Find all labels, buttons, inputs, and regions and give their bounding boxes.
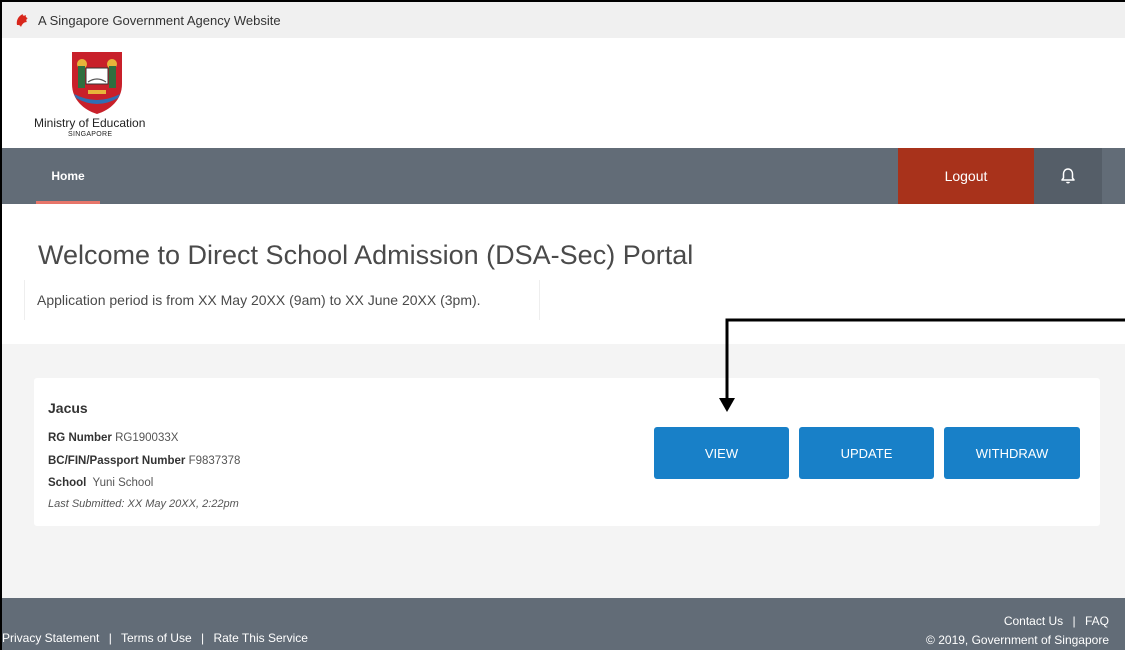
withdraw-button[interactable]: WITHDRAW [944,427,1080,479]
main-nav: Home Logout [2,148,1125,204]
applicant-name: Jacus [48,400,88,416]
school-label: School [48,477,87,489]
content-area: Jacus RG Number RG190033X BC/FIN/Passpor… [2,344,1125,598]
contact-us-link[interactable]: Contact Us [1004,614,1063,628]
logout-button[interactable]: Logout [898,148,1034,204]
rg-number-label: RG Number [48,432,112,444]
school-row: School Yuni School [48,477,153,489]
welcome-section: Welcome to Direct School Admission (DSA-… [2,204,1125,344]
footer: Privacy Statement | Terms of Use | Rate … [2,598,1125,650]
footer-separator: | [201,631,205,645]
footer-separator: | [108,631,112,645]
nav-home-tab[interactable]: Home [36,148,100,204]
footer-right-links: Contact Us | FAQ [926,612,1109,631]
terms-of-use-link[interactable]: Terms of Use [121,631,192,645]
copyright: © 2019, Government of Singapore [926,633,1109,647]
application-period-text: Application period is from XX May 20XX (… [37,292,481,308]
footer-right: Contact Us | FAQ © 2019, Government of S… [926,612,1109,650]
footer-separator: | [1072,614,1076,628]
application-period-note: Application period is from XX May 20XX (… [24,280,540,320]
rg-number-row: RG Number RG190033X [48,432,178,444]
id-number-label: BC/FIN/Passport Number [48,455,186,467]
gov-banner: A Singapore Government Agency Website [2,2,1125,38]
moe-brand[interactable]: Ministry of Education SINGAPORE [2,38,1125,148]
privacy-statement-link[interactable]: Privacy Statement [2,631,99,645]
rg-number-value: RG190033X [115,432,179,444]
footer-links: Privacy Statement | Terms of Use | Rate … [2,631,308,645]
brand-subtitle: SINGAPORE [68,131,113,138]
bell-icon [1061,168,1075,184]
id-number-row: BC/FIN/Passport Number F9837378 [48,455,240,467]
rate-this-service-link[interactable]: Rate This Service [213,631,307,645]
view-button[interactable]: VIEW [654,427,789,479]
notifications-button[interactable] [1034,148,1102,204]
brand-name: Ministry of Education [34,116,146,130]
school-value: Yuni School [92,477,154,489]
last-submitted: Last Submitted: XX May 20XX, 2:22pm [48,498,239,510]
id-number-value: F9837378 [188,455,241,467]
lion-head-icon [16,14,28,27]
application-card: Jacus RG Number RG190033X BC/FIN/Passpor… [34,378,1100,526]
gov-banner-text: A Singapore Government Agency Website [38,12,281,28]
update-button[interactable]: UPDATE [799,427,934,479]
moe-crest-logo [72,52,122,114]
page-title: Welcome to Direct School Admission (DSA-… [38,240,694,270]
faq-link[interactable]: FAQ [1085,614,1109,628]
